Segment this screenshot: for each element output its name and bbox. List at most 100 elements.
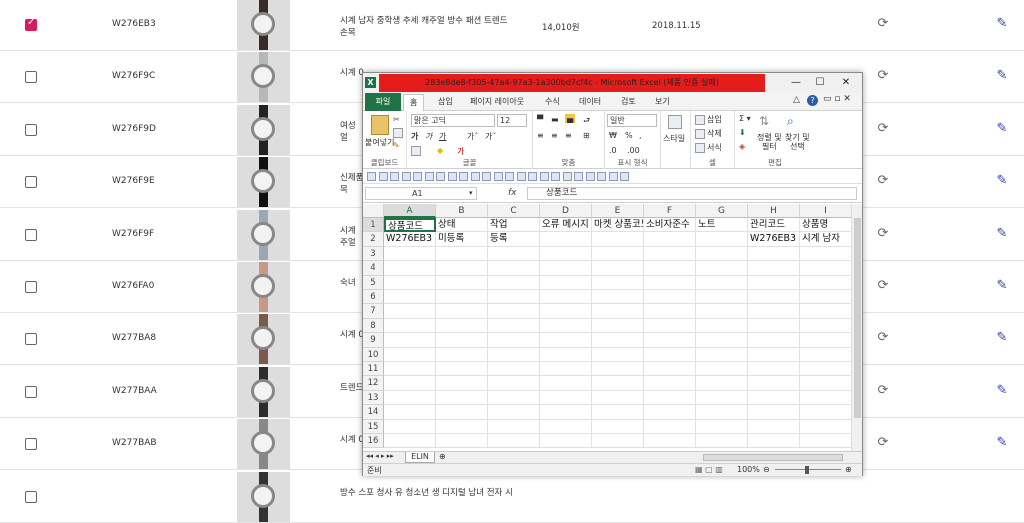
sort-filter-button[interactable]: 정렬 및 필터 bbox=[757, 133, 782, 151]
cell-C6[interactable] bbox=[488, 290, 540, 305]
cell-G15[interactable] bbox=[696, 419, 748, 434]
cell-C2[interactable]: 등록 bbox=[488, 232, 540, 247]
cell-C1[interactable]: 작업 bbox=[488, 218, 540, 233]
cell-A6[interactable] bbox=[384, 290, 436, 305]
row-checkbox[interactable] bbox=[25, 281, 37, 293]
cell-D10[interactable] bbox=[540, 347, 592, 362]
cell-D5[interactable] bbox=[540, 275, 592, 290]
view-buttons[interactable]: ▦ ▢ ▥ bbox=[695, 465, 723, 474]
cell-I1[interactable]: 상품명 bbox=[800, 218, 851, 233]
row-checkbox[interactable] bbox=[25, 385, 37, 398]
find-select-button[interactable]: 찾기 및 선택 bbox=[785, 133, 810, 151]
fill-color-icon[interactable]: ◆ bbox=[437, 146, 443, 155]
cell-E13[interactable] bbox=[592, 390, 644, 406]
row-header[interactable]: 4 bbox=[363, 261, 384, 276]
cell-C12[interactable] bbox=[488, 376, 540, 391]
cell-E10[interactable] bbox=[592, 347, 644, 362]
cell-H3[interactable] bbox=[748, 246, 800, 262]
cell-G9[interactable] bbox=[696, 333, 748, 348]
sync-icon[interactable]: ⟳ bbox=[876, 383, 890, 398]
font-name-select[interactable]: 맑은 고딕 bbox=[411, 114, 495, 127]
row-header[interactable]: 12 bbox=[363, 376, 384, 391]
cell-A16[interactable] bbox=[384, 434, 436, 449]
cell-F10[interactable] bbox=[644, 347, 696, 362]
cell-A9[interactable] bbox=[384, 333, 436, 348]
align-center-icon[interactable]: ≡ bbox=[551, 131, 558, 140]
currency-icon[interactable]: ₩ bbox=[609, 131, 617, 140]
cell-I3[interactable] bbox=[800, 247, 851, 262]
sheet-tab-elin[interactable]: ELIN bbox=[405, 452, 435, 463]
cell-G4[interactable] bbox=[696, 261, 748, 276]
cell-E8[interactable] bbox=[592, 318, 644, 334]
cell-I9[interactable] bbox=[800, 333, 851, 348]
cell-B16[interactable] bbox=[436, 434, 488, 449]
cell-A8[interactable] bbox=[384, 318, 436, 334]
qat-icon[interactable] bbox=[516, 172, 526, 181]
tab-view[interactable]: 보기 bbox=[655, 96, 670, 107]
cell-D1[interactable]: 오류 메시지 bbox=[540, 218, 592, 233]
cell-C10[interactable] bbox=[488, 347, 540, 362]
comma-icon[interactable]: , bbox=[639, 131, 642, 140]
excel-title-bar[interactable]: X 283e8de8-f305-47a4-97a3-1a300bd7cf4c -… bbox=[363, 73, 862, 93]
cell-F11[interactable] bbox=[644, 362, 696, 377]
underline-button[interactable]: 가 bbox=[439, 131, 446, 142]
cell-F6[interactable] bbox=[644, 290, 696, 305]
cell-G3[interactable] bbox=[696, 246, 748, 262]
worksheet-grid[interactable]: A B C D E F G H I 1 상품코드 상태 작업 오류 메시지 마켓 상품코드 소비자준수 노트 관리… bbox=[363, 204, 851, 451]
decrease-decimal-icon[interactable]: .00 bbox=[627, 146, 640, 155]
qat-icon[interactable] bbox=[528, 172, 537, 181]
insert-cells-button[interactable]: 삽입 bbox=[695, 114, 722, 125]
qat-icon[interactable] bbox=[608, 172, 618, 181]
row-checkbox[interactable] bbox=[25, 438, 37, 451]
cell-E7[interactable] bbox=[592, 304, 644, 319]
cell-I10[interactable] bbox=[800, 348, 851, 362]
align-left-icon[interactable]: ≡ bbox=[537, 131, 544, 140]
cell-C3[interactable] bbox=[488, 246, 540, 262]
column-header[interactable]: D bbox=[540, 204, 592, 218]
cell-D8[interactable] bbox=[540, 318, 592, 334]
cell-G16[interactable] bbox=[696, 434, 748, 449]
cell-C7[interactable] bbox=[488, 304, 540, 319]
sync-icon[interactable]: ⟳ bbox=[876, 279, 890, 293]
cell-I14[interactable] bbox=[800, 405, 851, 420]
cell-C13[interactable] bbox=[488, 390, 540, 406]
qat-icon[interactable] bbox=[551, 172, 560, 181]
cell-B5[interactable] bbox=[436, 275, 488, 290]
cell-C15[interactable] bbox=[488, 419, 540, 434]
cell-C11[interactable] bbox=[488, 362, 540, 377]
cell-G2[interactable] bbox=[696, 232, 748, 247]
italic-button[interactable]: 가 bbox=[425, 131, 432, 142]
row-checkbox[interactable] bbox=[25, 228, 37, 241]
cell-D15[interactable] bbox=[540, 419, 592, 434]
sync-icon[interactable]: ⟳ bbox=[876, 174, 890, 188]
sync-icon[interactable]: ⟳ bbox=[876, 121, 890, 136]
qat-icon[interactable] bbox=[562, 172, 572, 181]
percent-icon[interactable]: % bbox=[625, 131, 633, 140]
cell-C4[interactable] bbox=[488, 261, 540, 276]
product-row[interactable]: W276EB3 시계 남자 중학생 추세 캐주얼 방수 패션 트렌드 손목 14,0… bbox=[0, 0, 1024, 51]
column-header[interactable]: G bbox=[696, 204, 748, 218]
cell-I2[interactable]: 시계 남자 bbox=[800, 232, 851, 247]
cell-D9[interactable] bbox=[540, 333, 592, 348]
cell-F16[interactable] bbox=[644, 434, 696, 449]
maximize-button[interactable]: ☐ bbox=[809, 76, 831, 90]
cell-B8[interactable] bbox=[436, 318, 488, 334]
edit-icon[interactable]: ✎ bbox=[995, 69, 1009, 83]
grow-font-button[interactable]: 가ˆ bbox=[467, 131, 478, 142]
column-header[interactable]: B bbox=[436, 204, 488, 218]
insert-function-icon[interactable]: fx bbox=[508, 188, 517, 198]
minimize-ribbon-icon[interactable]: △ bbox=[793, 95, 800, 105]
cell-E3[interactable] bbox=[592, 246, 644, 262]
border-icon[interactable] bbox=[411, 146, 423, 156]
cell-A2[interactable]: W276EB3 bbox=[384, 232, 436, 247]
cell-H12[interactable] bbox=[748, 376, 800, 391]
cell-H13[interactable] bbox=[748, 390, 800, 406]
cell-A7[interactable] bbox=[384, 304, 436, 319]
row-header[interactable]: 10 bbox=[363, 347, 384, 362]
wrap-text-icon[interactable]: ⮐ bbox=[583, 115, 590, 129]
cell-I15[interactable] bbox=[800, 420, 851, 434]
cell-E9[interactable] bbox=[592, 333, 644, 348]
cell-B6[interactable] bbox=[436, 290, 488, 305]
cell-B15[interactable] bbox=[436, 419, 488, 434]
align-right-icon[interactable]: ≡ bbox=[565, 131, 572, 140]
